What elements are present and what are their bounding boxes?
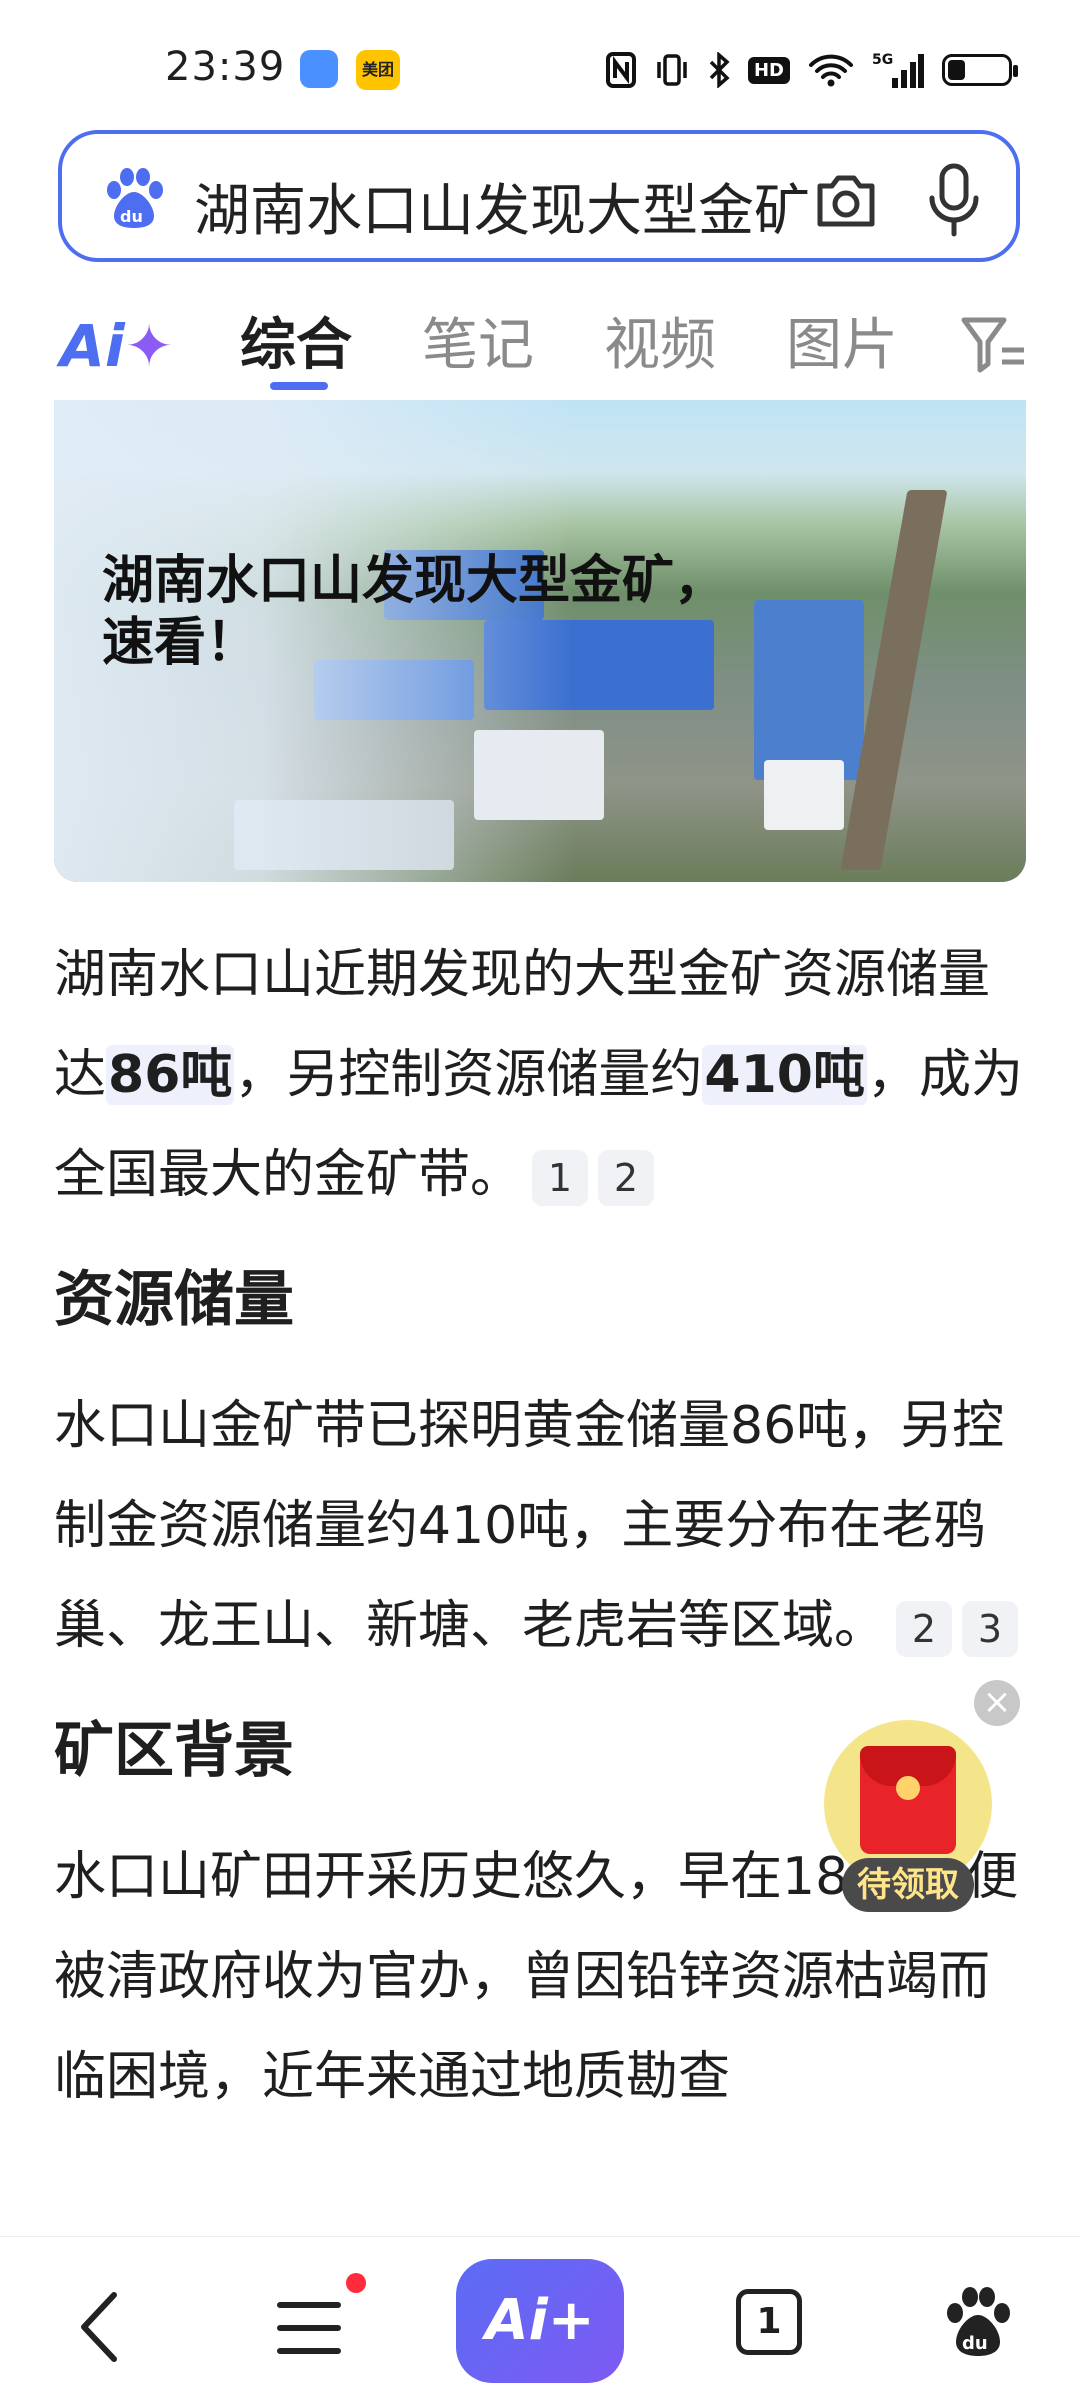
hero-title-line1: 湖南水口山发现大型金矿， [102, 551, 727, 611]
tab-images[interactable]: 图片 [786, 300, 898, 381]
citation-badge[interactable]: 1 [532, 1150, 589, 1206]
baidu-home-icon[interactable]: du [940, 2283, 1016, 2359]
result-tabs: Ai✦ 综合 笔记 视频 图片 [0, 290, 1080, 400]
tabs-icon[interactable]: 1 [736, 2289, 802, 2355]
citation-badge[interactable]: 2 [896, 1601, 953, 1657]
tab-notes[interactable]: 笔记 [422, 300, 534, 381]
summary-paragraph: 湖南水口山近期发现的大型金矿资源储量达86吨，另控制资源储量约410吨，成为全国… [54, 945, 1023, 1206]
app-notification-icon [300, 50, 338, 88]
bottom-nav: Ai+ 1 du [0, 2236, 1080, 2401]
tab-comprehensive[interactable]: 综合 [240, 300, 352, 381]
battery-level [948, 60, 965, 80]
active-tab-indicator [270, 382, 328, 390]
section-heading: 资源储量 [54, 1265, 294, 1335]
microphone-icon[interactable] [924, 162, 984, 238]
search-bar[interactable]: du 湖南水口山发现大型金矿 [58, 130, 1020, 262]
nfc-icon [605, 50, 636, 90]
svg-text:du: du [962, 2333, 988, 2354]
hero-title-line2: 速看！ [102, 613, 259, 673]
citation-badge[interactable]: 2 [598, 1150, 655, 1206]
factory-building [764, 760, 844, 830]
svg-text:du: du [120, 207, 143, 226]
highlight-86t: 86吨 [106, 1045, 235, 1105]
red-envelope-icon [860, 1746, 956, 1854]
red-packet-label[interactable]: 待领取 [842, 1858, 974, 1912]
battery-icon [942, 50, 1018, 90]
status-time: 23:39 [165, 44, 286, 90]
notification-dot [346, 2273, 366, 2293]
highlight-410t: 410吨 [702, 1045, 867, 1105]
baidu-paw-icon[interactable]: du [100, 164, 168, 232]
tab-videos[interactable]: 视频 [604, 300, 716, 381]
hero-image[interactable]: 湖南水口山发现大型金矿， 速看！ [54, 400, 1026, 882]
filter-icon[interactable] [958, 310, 1028, 380]
back-icon[interactable] [70, 2287, 130, 2367]
search-input[interactable]: 湖南水口山发现大型金矿 [194, 166, 834, 247]
meituan-notification-icon: 美团 [356, 50, 400, 90]
menu-icon[interactable] [274, 2293, 344, 2363]
section-paragraph: 水口山金矿带已探明黄金储量86吨，另控制金资源储量约410吨，主要分布在老鸦巢、… [54, 1376, 1026, 1676]
red-packet-close-button[interactable]: × [974, 1680, 1020, 1726]
status-icons: HD 5G [605, 46, 1018, 94]
answer-content: 湖南水口山近期发现的大型金矿资源储量达86吨，另控制资源储量约410吨，成为全国… [54, 925, 1026, 2127]
ai-assistant-button[interactable]: Ai✦ [60, 312, 173, 380]
vibrate-icon [654, 50, 690, 90]
signal-icon: 5G [872, 50, 924, 90]
camera-icon[interactable] [810, 164, 882, 236]
citation-badge[interactable]: 3 [962, 1601, 1019, 1657]
svg-text:5G: 5G [872, 52, 893, 68]
hero-title: 湖南水口山发现大型金矿， 速看！ [102, 550, 742, 674]
status-bar: 23:39 美团 HD 5G [0, 0, 1080, 120]
wifi-icon [808, 50, 854, 90]
bluetooth-icon [708, 50, 730, 90]
ai-button[interactable]: Ai+ [456, 2259, 624, 2383]
hd-voice-icon: HD [747, 56, 790, 84]
factory-building [754, 600, 864, 780]
